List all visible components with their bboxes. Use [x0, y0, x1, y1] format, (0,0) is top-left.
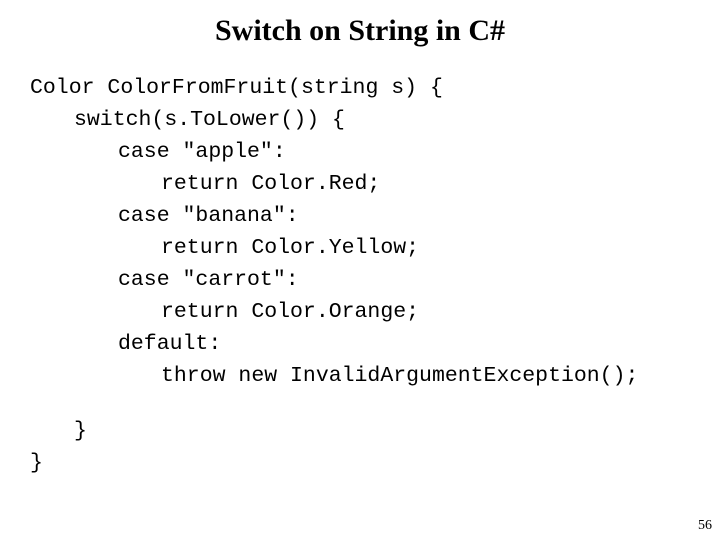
code-line: }: [74, 419, 87, 443]
code-line: case "apple":: [118, 140, 286, 164]
code-line: Color ColorFromFruit(string s) {: [30, 76, 443, 100]
code-line: case "banana":: [118, 204, 299, 228]
page-number: 56: [698, 518, 712, 533]
code-line: case "carrot":: [118, 268, 299, 292]
code-line: }: [30, 451, 43, 475]
code-line: return Color.Orange;: [161, 300, 420, 324]
code-line: default:: [118, 332, 222, 356]
code-line: return Color.Yellow;: [161, 236, 420, 260]
slide-title: Switch on String in C#: [214, 14, 506, 47]
code-line: throw new InvalidArgumentException();: [161, 364, 639, 388]
code-line: switch(s.ToLower()) {: [74, 108, 345, 132]
code-line: return Color.Red;: [161, 172, 381, 196]
code-block: Color ColorFromFruit(string s) { switch(…: [30, 72, 638, 475]
